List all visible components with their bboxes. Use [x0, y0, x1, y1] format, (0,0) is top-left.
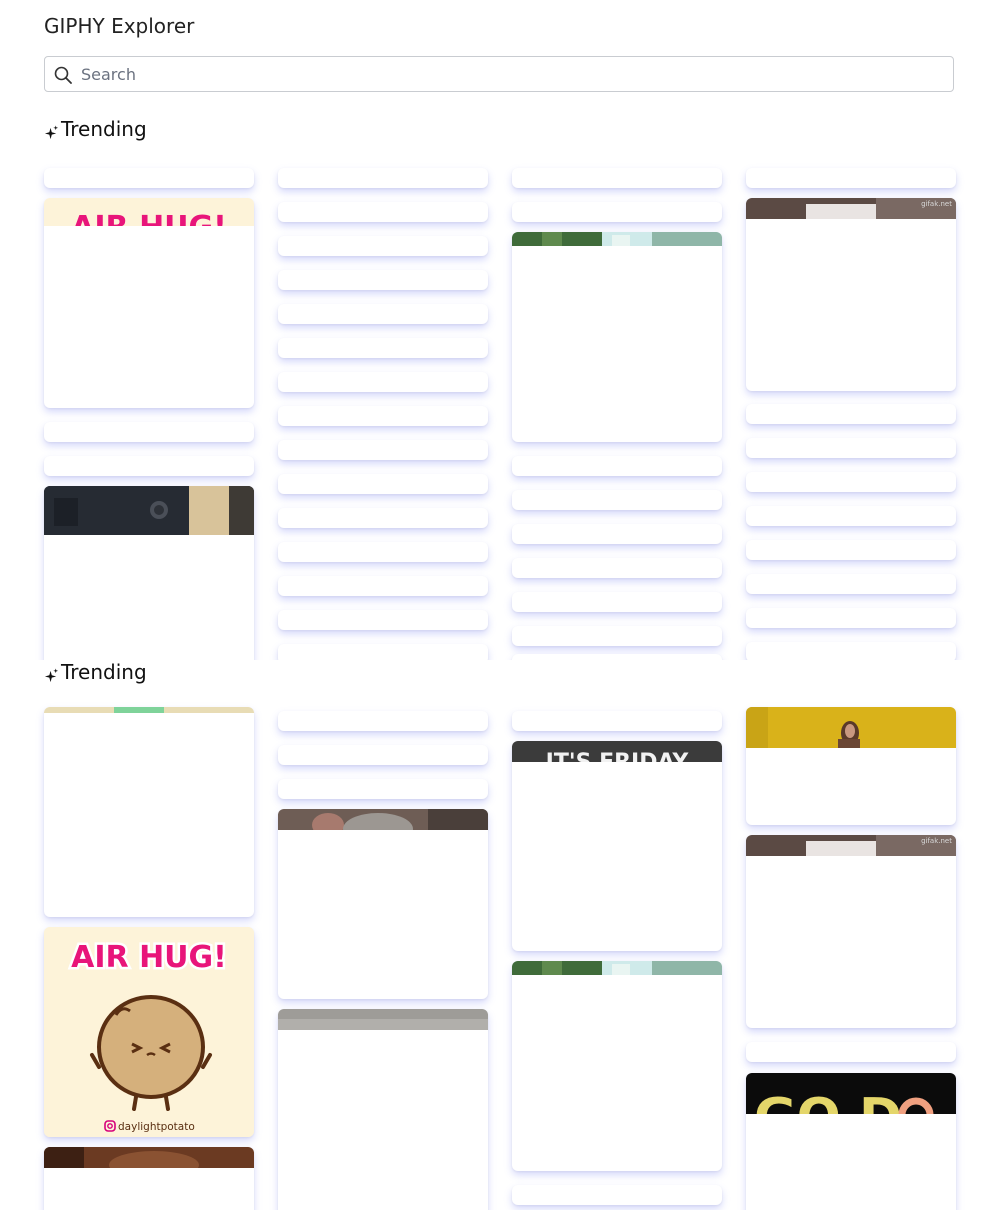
- gif-card[interactable]: [746, 506, 956, 526]
- gif-thumbnail: gifak.net: [746, 198, 956, 219]
- gif-card[interactable]: [746, 608, 956, 628]
- gif-card[interactable]: [746, 168, 956, 188]
- gif-card[interactable]: IT'S FRIDAY: [512, 741, 722, 951]
- gif-grid-1: AIR HUG!: [0, 160, 1000, 660]
- gif-card[interactable]: [746, 1042, 956, 1062]
- gif-card[interactable]: gifak.net: [746, 835, 956, 1028]
- gif-card[interactable]: [512, 558, 722, 578]
- sparkles-icon: [44, 667, 59, 682]
- gif-card[interactable]: [512, 490, 722, 510]
- gif-thumbnail: gifak.net: [746, 835, 956, 856]
- gif-card[interactable]: [278, 440, 488, 460]
- search-input[interactable]: [81, 57, 941, 91]
- gif-card[interactable]: [278, 508, 488, 528]
- gif-card[interactable]: [44, 486, 254, 660]
- sparkles-icon: [44, 124, 59, 139]
- gif-card[interactable]: [512, 168, 722, 188]
- gif-card[interactable]: [512, 961, 722, 1171]
- gif-thumbnail: [746, 707, 956, 748]
- gif-card[interactable]: [746, 642, 956, 660]
- gif-card[interactable]: [746, 438, 956, 458]
- gif-card[interactable]: [278, 372, 488, 392]
- gif-thumbnail: AIR HUG! AIR HUG! daylightpotato: [44, 927, 254, 1137]
- gif-card[interactable]: [278, 809, 488, 999]
- gif-watermark: gifak.net: [921, 837, 952, 845]
- gif-card[interactable]: [512, 232, 722, 442]
- gif-thumbnail: GO D: [746, 1073, 956, 1114]
- gif-card[interactable]: [512, 654, 722, 660]
- gif-card[interactable]: [746, 472, 956, 492]
- gif-card[interactable]: [44, 422, 254, 442]
- gif-thumbnail: [512, 232, 722, 246]
- gif-card[interactable]: [278, 202, 488, 222]
- gif-card[interactable]: [746, 404, 956, 424]
- gif-card[interactable]: [278, 542, 488, 562]
- gif-card[interactable]: [278, 711, 488, 731]
- gif-thumbnail: [512, 961, 722, 975]
- gif-card[interactable]: [278, 270, 488, 290]
- gif-card[interactable]: [278, 304, 488, 324]
- gif-thumbnail: AIR HUG!: [44, 198, 254, 226]
- gif-overlay-text: IT'S FRIDAY: [546, 750, 690, 762]
- section-header-trending-1: Trending: [44, 117, 147, 141]
- gif-credit: daylightpotato: [118, 1121, 195, 1133]
- gif-thumbnail: [278, 1009, 488, 1030]
- gif-card[interactable]: [44, 1147, 254, 1210]
- section-title: Trending: [61, 660, 147, 684]
- gif-card[interactable]: [278, 474, 488, 494]
- gif-grid-2: AIR HUG! AIR HUG! daylightpotato gifak.n…: [0, 700, 1000, 1210]
- gif-card[interactable]: [512, 524, 722, 544]
- gif-overlay-text: GO D: [754, 1088, 902, 1114]
- gif-card[interactable]: [512, 626, 722, 646]
- gif-card[interactable]: gifak.net: [746, 198, 956, 391]
- gif-overlay-text: AIR HUG!: [71, 210, 227, 226]
- gif-card[interactable]: [44, 168, 254, 188]
- gif-card[interactable]: AIR HUG! AIR HUG! daylightpotato: [44, 927, 254, 1137]
- gif-card[interactable]: [278, 168, 488, 188]
- gif-thumbnail: [44, 486, 254, 535]
- gif-card[interactable]: [278, 338, 488, 358]
- gif-thumbnail: [278, 809, 488, 830]
- gif-watermark: gifak.net: [921, 200, 952, 208]
- search-icon: [54, 66, 72, 84]
- gif-card[interactable]: [278, 644, 488, 660]
- gif-thumbnail: IT'S FRIDAY: [512, 741, 722, 762]
- gif-card[interactable]: [278, 610, 488, 630]
- app-title: GIPHY Explorer: [44, 14, 195, 38]
- gif-card[interactable]: [512, 1185, 722, 1205]
- gif-card[interactable]: [746, 707, 956, 825]
- gif-card[interactable]: GO D: [746, 1073, 956, 1210]
- gif-card[interactable]: [278, 745, 488, 765]
- gif-thumbnail: [44, 707, 254, 713]
- gif-card[interactable]: [512, 202, 722, 222]
- search-box[interactable]: [44, 56, 954, 92]
- gif-card[interactable]: [278, 576, 488, 596]
- gif-card[interactable]: [44, 456, 254, 476]
- gif-overlay-text: AIR HUG!: [71, 940, 227, 975]
- gif-card[interactable]: [746, 574, 956, 594]
- gif-card[interactable]: [512, 592, 722, 612]
- gif-card[interactable]: [512, 711, 722, 731]
- gif-card[interactable]: [512, 456, 722, 476]
- gif-card[interactable]: [44, 707, 254, 917]
- gif-card[interactable]: AIR HUG!: [44, 198, 254, 408]
- gif-card[interactable]: [278, 406, 488, 426]
- gif-card[interactable]: [278, 1009, 488, 1210]
- gif-thumbnail: [44, 1147, 254, 1168]
- gif-card[interactable]: [278, 236, 488, 256]
- section-title: Trending: [61, 117, 147, 141]
- gif-card[interactable]: [278, 779, 488, 799]
- gif-card[interactable]: [746, 540, 956, 560]
- section-header-trending-2: Trending: [44, 660, 147, 684]
